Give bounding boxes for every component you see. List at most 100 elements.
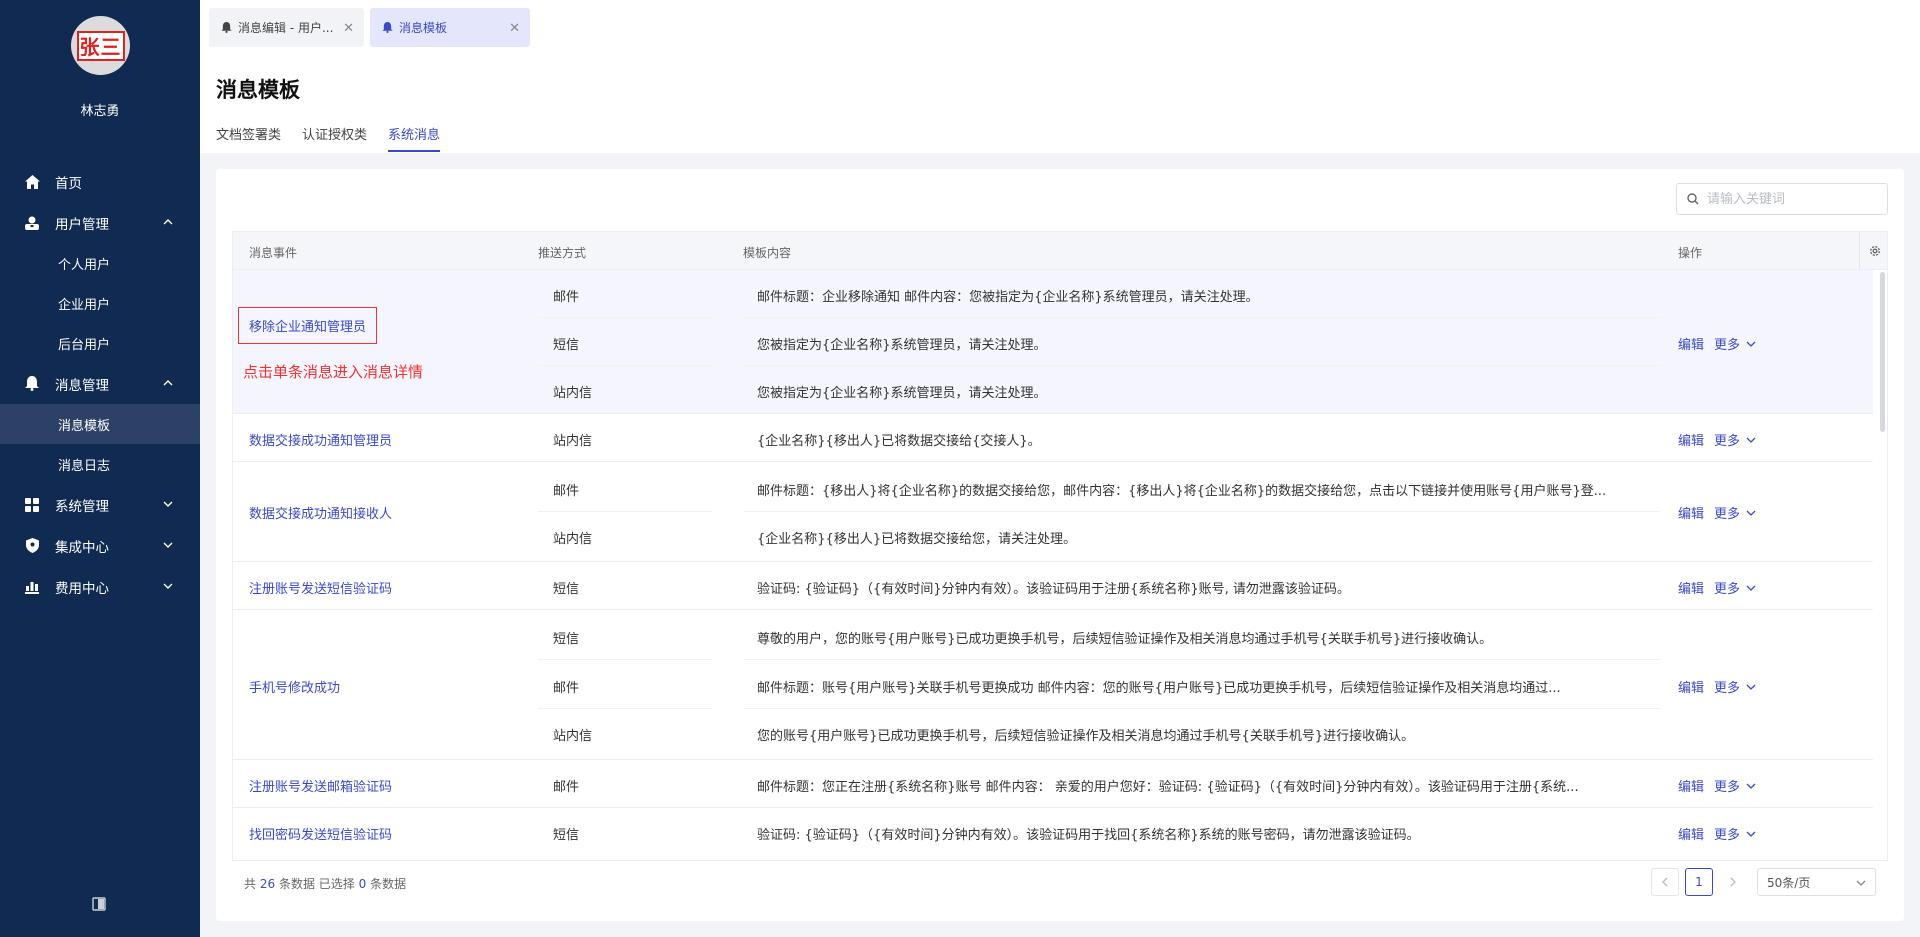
row-actions: 编辑 更多 xyxy=(1678,776,1756,795)
more-button[interactable]: 更多 xyxy=(1714,677,1756,696)
sidebar-item-user-management[interactable]: 用户管理 xyxy=(0,202,200,243)
bar-chart-icon xyxy=(24,579,40,595)
sidebar-item-label: 消息管理 xyxy=(55,377,109,394)
column-header-method: 推送方式 xyxy=(538,246,587,260)
edit-button[interactable]: 编辑 xyxy=(1678,430,1704,449)
template-item: 短信 您被指定为{企业名称}系统管理员，请关注处理。 xyxy=(233,318,1873,366)
template-item: 短信 尊敬的用户，您的账号{用户账号}已成功更换手机号，后续短信验证操作及相关消… xyxy=(233,612,1873,660)
table-row[interactable]: 数据交接成功通知接收人 邮件 邮件标题：{移出人}将{企业名称}的数据交接给您，… xyxy=(233,462,1873,562)
template-item: 站内信 {企业名称}{移出人}已将数据交接给您，请关注处理。 xyxy=(233,512,1873,560)
close-icon[interactable]: ✕ xyxy=(509,21,520,36)
more-button[interactable]: 更多 xyxy=(1714,578,1756,597)
tab-document-signing[interactable]: 文档签署类 xyxy=(216,124,281,152)
divider xyxy=(538,659,713,660)
edit-button[interactable]: 编辑 xyxy=(1678,824,1704,843)
sidebar-item-home[interactable]: 首页 xyxy=(0,161,200,202)
next-page-button[interactable] xyxy=(1719,868,1747,896)
tab-message-edit[interactable]: 消息编辑 - 用户... ✕ xyxy=(209,8,364,47)
table-row[interactable]: 注册账号发送邮箱验证码 邮件 邮件标题：您正在注册{系统名称}账号 邮件内容： … xyxy=(233,760,1873,808)
more-label: 更多 xyxy=(1714,338,1741,353)
row-actions: 编辑 更多 xyxy=(1678,430,1756,449)
page-size-select[interactable]: 50条/页 xyxy=(1757,868,1876,896)
template-item: 邮件 邮件标题：{移出人}将{企业名称}的数据交接给您，邮件内容：{移出人}将{… xyxy=(233,464,1873,512)
summary-suffix: 条数据 xyxy=(370,877,407,891)
sidebar-item-label: 首页 xyxy=(55,175,82,192)
sidebar-item-system-management[interactable]: 系统管理 xyxy=(0,484,200,525)
more-button[interactable]: 更多 xyxy=(1714,503,1756,522)
close-icon[interactable]: ✕ xyxy=(343,21,354,36)
edit-button[interactable]: 编辑 xyxy=(1678,578,1704,597)
tab-message-templates[interactable]: 消息模板 ✕ xyxy=(370,8,530,47)
grid-icon xyxy=(24,497,40,513)
edit-button[interactable]: 编辑 xyxy=(1678,503,1704,522)
push-method: 邮件 xyxy=(553,290,580,305)
selected-count: 0 xyxy=(358,877,367,891)
summary-prefix: 共 xyxy=(244,877,257,891)
table-row[interactable]: 手机号修改成功 短信 尊敬的用户，您的账号{用户账号}已成功更换手机号，后续短信… xyxy=(233,610,1873,760)
template-item: 邮件 邮件标题：企业移除通知 邮件内容：您被指定为{企业名称}系统管理员，请关注… xyxy=(233,270,1873,318)
tab-auth-authorization[interactable]: 认证授权类 xyxy=(302,124,367,152)
column-settings-button[interactable] xyxy=(1859,232,1887,269)
more-label: 更多 xyxy=(1714,780,1741,795)
more-label: 更多 xyxy=(1714,681,1741,696)
sidebar-item-message-management[interactable]: 消息管理 xyxy=(0,363,200,404)
column-header-event: 消息事件 xyxy=(249,246,298,260)
more-label: 更多 xyxy=(1714,434,1741,449)
table-row[interactable]: 移除企业通知管理员 点击单条消息进入消息详情 邮件 邮件标题：企业移除通知 邮件… xyxy=(233,270,1873,414)
row-actions: 编辑 更多 xyxy=(1678,677,1756,696)
more-button[interactable]: 更多 xyxy=(1714,776,1756,795)
template-content: 您被指定为{企业名称}系统管理员，请关注处理。 xyxy=(757,338,1047,353)
search-input[interactable] xyxy=(1707,191,1877,207)
tab-bar: 消息编辑 - 用户... ✕ 消息模板 ✕ xyxy=(200,0,1920,56)
row-actions: 编辑 更多 xyxy=(1678,578,1756,597)
template-content: 邮件标题：{移出人}将{企业名称}的数据交接给您，邮件内容：{移出人}将{企业名… xyxy=(757,484,1607,499)
sidebar-item-label: 用户管理 xyxy=(55,216,109,233)
push-method: 短信 xyxy=(553,338,580,353)
sidebar-item-enterprise-users[interactable]: 企业用户 xyxy=(0,283,200,323)
prev-page-button[interactable] xyxy=(1651,868,1679,896)
chevron-down-icon xyxy=(1746,783,1756,789)
sidebar-item-billing-center[interactable]: 费用中心 xyxy=(0,566,200,607)
chevron-down-icon xyxy=(1746,341,1756,347)
more-button[interactable]: 更多 xyxy=(1714,334,1756,353)
edit-button[interactable]: 编辑 xyxy=(1678,677,1704,696)
more-button[interactable]: 更多 xyxy=(1714,824,1756,843)
more-button[interactable]: 更多 xyxy=(1714,430,1756,449)
table-row[interactable]: 注册账号发送短信验证码 短信 验证码: {验证码}（{有效时间}分钟内有效）。该… xyxy=(233,562,1873,610)
sidebar-item-message-logs[interactable]: 消息日志 xyxy=(0,444,200,484)
table-row[interactable]: 找回密码发送短信验证码 短信 验证码: {验证码}（{有效时间}分钟内有效）。该… xyxy=(233,808,1873,856)
sidebar-item-admin-users[interactable]: 后台用户 xyxy=(0,323,200,363)
sidebar: 张三 林志勇 首页 用户管理 个人用户 企业用户 后台用户 消息管理 消息模板 xyxy=(0,0,200,937)
search-box[interactable] xyxy=(1676,183,1888,215)
sidebar-item-label: 集成中心 xyxy=(55,539,109,556)
edit-button[interactable]: 编辑 xyxy=(1678,776,1704,795)
sidebar-item-personal-users[interactable]: 个人用户 xyxy=(0,243,200,283)
tab-system-messages[interactable]: 系统消息 xyxy=(388,124,441,152)
content-card: 消息事件 推送方式 模板内容 操作 移除企业通知管理员 点击单条消息进入消息详情… xyxy=(216,169,1904,921)
push-method: 短信 xyxy=(553,828,580,843)
template-item: 邮件 邮件标题：账号{用户账号}关联手机号更换成功 邮件内容：您的账号{用户账号… xyxy=(233,661,1873,709)
template-item: 短信 验证码: {验证码}（{有效时间}分钟内有效）。该验证码用于注册{系统名称… xyxy=(233,562,1873,610)
row-actions: 编辑 更多 xyxy=(1678,824,1756,843)
table-header: 消息事件 推送方式 模板内容 操作 xyxy=(233,232,1887,270)
column-header-actions: 操作 xyxy=(1678,246,1703,260)
template-content: 验证码: {验证码}（{有效时间}分钟内有效）。该验证码用于找回{系统名称}系统… xyxy=(757,828,1420,843)
push-method: 邮件 xyxy=(553,484,580,499)
template-content: {企业名称}{移出人}已将数据交接给{交接人}。 xyxy=(757,434,1041,449)
sidebar-item-integration-center[interactable]: 集成中心 xyxy=(0,525,200,566)
table-row[interactable]: 数据交接成功通知管理员 站内信 {企业名称}{移出人}已将数据交接给{交接人}。… xyxy=(233,414,1873,462)
page-number-button[interactable]: 1 xyxy=(1685,868,1713,896)
sidebar-item-message-templates[interactable]: 消息模板 xyxy=(0,404,200,444)
more-label: 更多 xyxy=(1714,507,1741,522)
edit-button[interactable]: 编辑 xyxy=(1678,334,1704,353)
table-scrollbar[interactable] xyxy=(1880,272,1885,432)
template-item: 站内信 {企业名称}{移出人}已将数据交接给{交接人}。 xyxy=(233,414,1873,462)
message-template-table: 消息事件 推送方式 模板内容 操作 移除企业通知管理员 点击单条消息进入消息详情… xyxy=(232,231,1888,861)
table-summary: 共 26 条数据 已选择 0 条数据 xyxy=(244,875,406,892)
page-header: 消息模板 文档签署类 认证授权类 系统消息 xyxy=(200,56,1920,153)
sidebar-item-label: 费用中心 xyxy=(55,580,109,597)
template-item: 短信 验证码: {验证码}（{有效时间}分钟内有效）。该验证码用于找回{系统名称… xyxy=(233,808,1873,856)
avatar[interactable]: 张三 xyxy=(71,16,130,75)
chevron-left-icon xyxy=(1662,877,1668,887)
collapse-sidebar-icon[interactable] xyxy=(92,897,106,911)
